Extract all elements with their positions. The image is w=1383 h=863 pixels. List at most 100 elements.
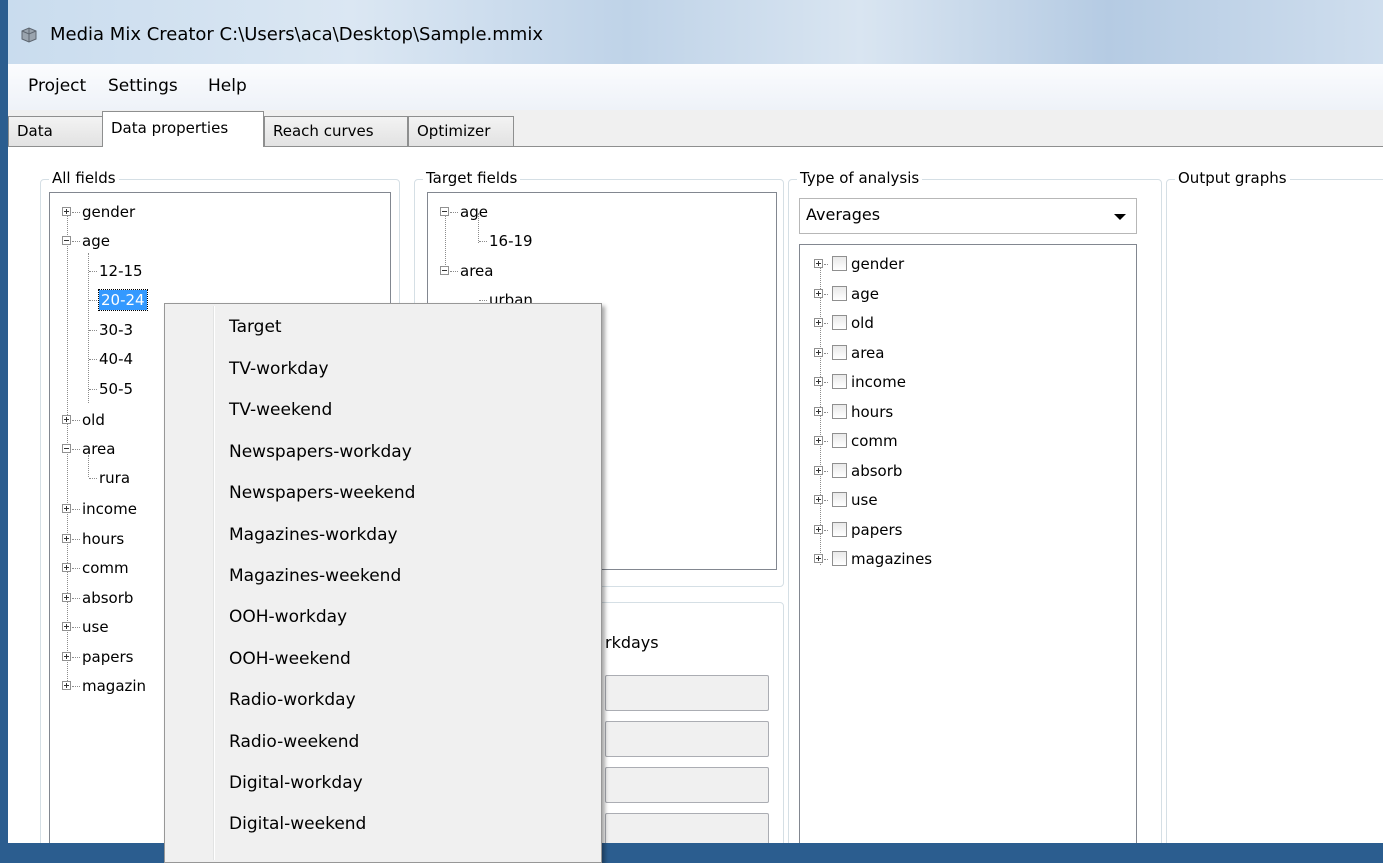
expand-icon[interactable] <box>62 503 71 513</box>
expand-icon[interactable] <box>814 376 823 386</box>
analysis-item-use[interactable]: use <box>814 489 878 511</box>
checkbox[interactable] <box>832 344 847 360</box>
analysis-type-select[interactable]: Averages <box>799 198 1137 234</box>
expand-icon[interactable] <box>62 621 71 631</box>
all-fields-title: All fields <box>49 169 119 187</box>
analysis-item-papers[interactable]: papers <box>814 519 902 541</box>
context-item-magazines-workday[interactable]: Magazines-workday <box>229 525 398 545</box>
value-input-2[interactable] <box>605 721 769 757</box>
context-item-digital-weekend[interactable]: Digital-weekend <box>229 814 366 834</box>
analysis-item-age[interactable]: age <box>814 283 879 305</box>
context-item-newspapers-weekend[interactable]: Newspapers-weekend <box>229 483 415 503</box>
analysis-item-magazines[interactable]: magazines <box>814 548 932 570</box>
chevron-down-icon <box>1114 214 1126 220</box>
expand-icon[interactable] <box>62 651 71 661</box>
context-item-newspapers-workday[interactable]: Newspapers-workday <box>229 442 412 462</box>
tree-item-20-24[interactable]: 20-24 <box>88 289 148 311</box>
tree-item-gender[interactable]: gender <box>62 201 135 223</box>
checkbox[interactable] <box>832 521 847 537</box>
expand-icon[interactable] <box>814 288 823 298</box>
context-item-tv-weekend[interactable]: TV-weekend <box>229 400 332 420</box>
analysis-item-gender[interactable]: gender <box>814 253 904 275</box>
analysis-item-income[interactable]: income <box>814 371 906 393</box>
checkbox[interactable] <box>832 314 847 330</box>
checkbox[interactable] <box>832 373 847 389</box>
tree-item-area[interactable]: area <box>62 438 115 460</box>
type-of-analysis-title: Type of analysis <box>797 169 923 187</box>
collapse-icon[interactable] <box>62 235 71 245</box>
collapse-icon[interactable] <box>440 206 449 216</box>
tab-data-properties[interactable]: Data properties <box>102 111 264 147</box>
value-input-3[interactable] <box>605 767 769 803</box>
checkbox[interactable] <box>832 550 847 566</box>
checkbox[interactable] <box>832 432 847 448</box>
checkbox[interactable] <box>832 403 847 419</box>
title-bar[interactable]: Media Mix Creator C:\Users\aca\Desktop\S… <box>8 0 1383 64</box>
expand-icon[interactable] <box>814 435 823 445</box>
expand-icon[interactable] <box>814 465 823 475</box>
menu-help[interactable]: Help <box>200 76 255 96</box>
expand-icon[interactable] <box>62 592 71 602</box>
checkbox[interactable] <box>832 462 847 478</box>
tree-item-40[interactable]: 40-4 <box>88 348 133 370</box>
target-item-age[interactable]: age <box>440 201 488 223</box>
analysis-item-area[interactable]: area <box>814 342 884 364</box>
context-item-digital-workday[interactable]: Digital-workday <box>229 773 363 793</box>
context-item-radio-weekend[interactable]: Radio-weekend <box>229 732 359 752</box>
tab-reach-curves[interactable]: Reach curves <box>264 116 408 146</box>
tree-item-old[interactable]: old <box>62 409 105 431</box>
tab-data[interactable]: Data <box>8 116 104 146</box>
tree-item-absorb[interactable]: absorb <box>62 587 133 609</box>
analysis-item-hours[interactable]: hours <box>814 401 893 423</box>
context-item-target[interactable]: Target <box>229 317 282 337</box>
expand-icon[interactable] <box>814 553 823 563</box>
analysis-fields-tree[interactable]: gender age old area income hours comm ab… <box>799 244 1137 843</box>
target-item-16-19[interactable]: 16-19 <box>478 230 533 252</box>
context-item-ooh-workday[interactable]: OOH-workday <box>229 607 347 627</box>
tree-item-use[interactable]: use <box>62 616 109 638</box>
analysis-item-absorb[interactable]: absorb <box>814 460 902 482</box>
expand-icon[interactable] <box>814 494 823 504</box>
expand-icon[interactable] <box>814 524 823 534</box>
analysis-item-old[interactable]: old <box>814 312 874 334</box>
tree-item-age[interactable]: age <box>62 230 110 252</box>
checkbox[interactable] <box>832 285 847 301</box>
tree-item-12-15[interactable]: 12-15 <box>88 260 143 282</box>
output-graphs-title: Output graphs <box>1175 169 1290 187</box>
value-input-4[interactable] <box>605 813 769 843</box>
tree-item-30[interactable]: 30-3 <box>88 319 133 341</box>
expand-icon[interactable] <box>62 206 71 216</box>
checkbox[interactable] <box>832 491 847 507</box>
context-item-magazines-weekend[interactable]: Magazines-weekend <box>229 566 401 586</box>
tree-item-magazines[interactable]: magazin <box>62 675 146 697</box>
tree-item-rural[interactable]: rura <box>88 467 130 489</box>
expand-icon[interactable] <box>814 258 823 268</box>
expand-icon[interactable] <box>62 562 71 572</box>
expand-icon[interactable] <box>814 347 823 357</box>
context-item-tv-workday[interactable]: TV-workday <box>229 359 329 379</box>
checkbox[interactable] <box>832 255 847 271</box>
output-graphs-group: Output graphs <box>1166 169 1383 843</box>
context-item-radio-workday[interactable]: Radio-workday <box>229 690 356 710</box>
target-item-area[interactable]: area <box>440 260 493 282</box>
tab-optimizer[interactable]: Optimizer <box>408 116 514 146</box>
expand-icon[interactable] <box>814 317 823 327</box>
tree-item-comm[interactable]: comm <box>62 557 129 579</box>
tree-item-hours[interactable]: hours <box>62 528 124 550</box>
context-item-ooh-weekend[interactable]: OOH-weekend <box>229 649 351 669</box>
menu-bar: Project Settings Help <box>8 64 1383 110</box>
collapse-icon[interactable] <box>440 265 449 275</box>
expand-icon[interactable] <box>62 680 71 690</box>
tab-strip: Data Data properties Reach curves Optimi… <box>8 110 1383 147</box>
expand-icon[interactable] <box>814 406 823 416</box>
tree-item-papers[interactable]: papers <box>62 646 133 668</box>
tree-item-50[interactable]: 50-5 <box>88 378 133 400</box>
menu-project[interactable]: Project <box>20 76 94 96</box>
menu-settings[interactable]: Settings <box>100 76 186 96</box>
analysis-item-comm[interactable]: comm <box>814 430 898 452</box>
collapse-icon[interactable] <box>62 443 71 453</box>
tree-item-income[interactable]: income <box>62 498 137 520</box>
expand-icon[interactable] <box>62 533 71 543</box>
expand-icon[interactable] <box>62 414 71 424</box>
value-input-1[interactable] <box>605 675 769 711</box>
